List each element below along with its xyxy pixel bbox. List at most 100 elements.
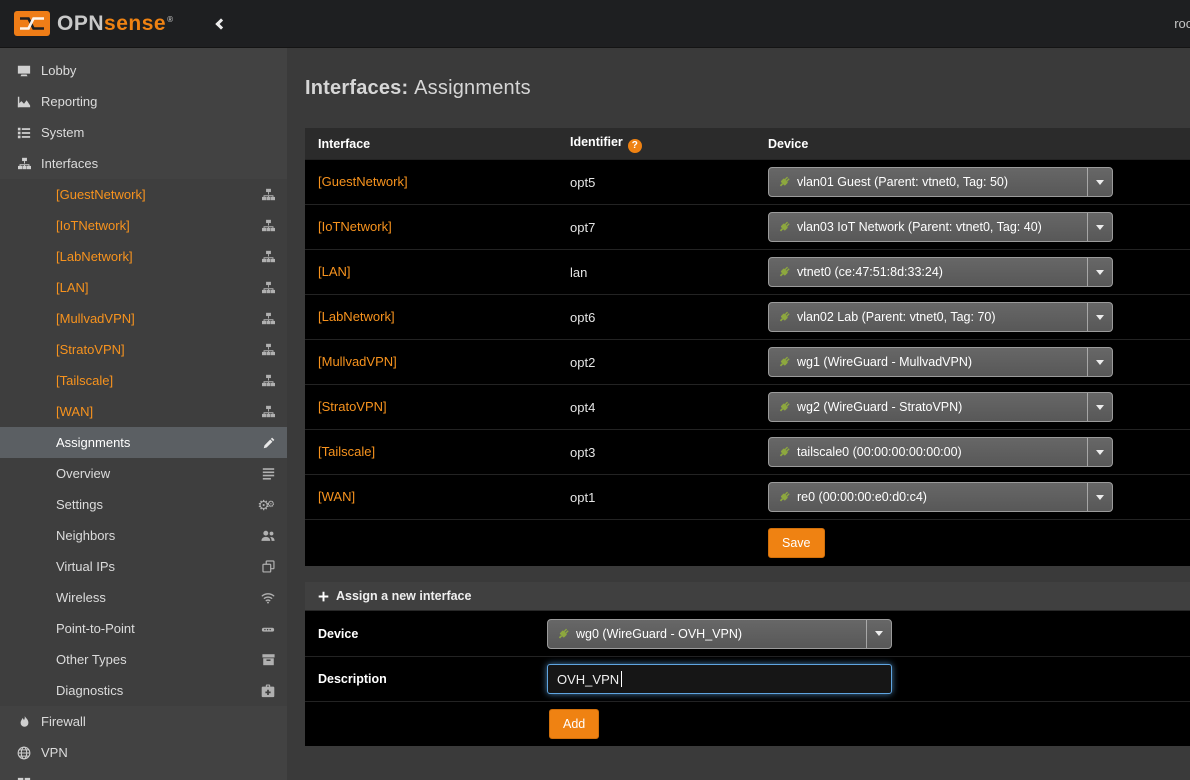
device-select-value: vlan03 IoT Network (Parent: vtnet0, Tag:…	[797, 220, 1081, 234]
pencil-icon	[257, 437, 275, 449]
sidebar-item-point-to-point[interactable]: Point-to-Point	[0, 613, 287, 644]
sidebar-item-lan[interactable]: [LAN]	[0, 272, 287, 303]
sidebar-item-partial[interactable]	[0, 768, 287, 780]
interface-link[interactable]: [WAN]	[318, 489, 355, 504]
user-menu-label[interactable]: roo	[1174, 16, 1190, 31]
caret-down-icon	[1087, 168, 1112, 196]
device-select[interactable]: vlan01 Guest (Parent: vtnet0, Tag: 50)	[768, 167, 1113, 197]
sidebar-item-labnetwork[interactable]: [LabNetwork]	[0, 241, 287, 272]
identifier-value: opt4	[557, 400, 755, 415]
interface-link[interactable]: [LabNetwork]	[318, 309, 395, 324]
save-button[interactable]: Save	[768, 528, 825, 558]
copy-icon	[257, 560, 275, 573]
device-select[interactable]: vtnet0 (ce:47:51:8d:33:24)	[768, 257, 1113, 287]
sidebar-item-label: [StratoVPN]	[56, 342, 257, 357]
device-select[interactable]: wg2 (WireGuard - StratoVPN)	[768, 392, 1113, 422]
table-header-row: Interface Identifier? Device	[305, 128, 1190, 159]
plug-icon	[777, 175, 791, 189]
sidebar-item-tailscale[interactable]: [Tailscale]	[0, 365, 287, 396]
logo-text: OPNsense®	[57, 13, 173, 34]
sidebar-item-firewall[interactable]: Firewall	[0, 706, 287, 737]
column-header-interface: Interface	[305, 137, 557, 151]
sidebar-item-label: Reporting	[41, 94, 275, 109]
sidebar-item-label: System	[41, 125, 275, 140]
identifier-value: opt6	[557, 310, 755, 325]
opnsense-logo[interactable]: OPNsense®	[14, 11, 173, 36]
plug-icon	[777, 265, 791, 279]
plug-icon	[777, 445, 791, 459]
sidebar-item-label: Lobby	[41, 63, 275, 78]
caret-down-icon	[866, 620, 891, 648]
identifier-value: opt2	[557, 355, 755, 370]
sidebar-item-lobby[interactable]: Lobby	[0, 55, 287, 86]
sidebar-item-vpn[interactable]: VPN	[0, 737, 287, 768]
sidebar-item-label: Point-to-Point	[56, 621, 257, 636]
sidebar-item-overview[interactable]: Overview	[0, 458, 287, 489]
device-select[interactable]: vlan02 Lab (Parent: vtnet0, Tag: 70)	[768, 302, 1113, 332]
gears-icon: ⚙⚙	[257, 498, 275, 512]
device-select[interactable]: re0 (00:00:00:e0:d0:c4)	[768, 482, 1113, 512]
content-area: Interface Identifier? Device [GuestNetwo…	[305, 128, 1190, 746]
device-select-value: wg1 (WireGuard - MullvadVPN)	[797, 355, 1081, 369]
interface-link[interactable]: [StratoVPN]	[318, 399, 387, 414]
interface-link[interactable]: [LAN]	[318, 264, 351, 279]
column-header-device: Device	[755, 137, 1190, 151]
opnsense-app: OPNsense® roo Lobby Reporting System Interf…	[0, 0, 1190, 780]
assignment-row: [LAN] lan vtnet0 (ce:47:51:8d:33:24)	[305, 249, 1190, 294]
main-content: Interfaces: Assignments Interface Identi…	[287, 48, 1190, 780]
fire-icon	[12, 715, 36, 729]
sidebar-item-label: Assignments	[56, 435, 257, 450]
interface-link[interactable]: [GuestNetwork]	[318, 174, 408, 189]
sidebar-item-guestnetwork[interactable]: [GuestNetwork]	[0, 179, 287, 210]
sidebar-item-wan[interactable]: [WAN]	[0, 396, 287, 427]
device-select[interactable]: wg1 (WireGuard - MullvadVPN)	[768, 347, 1113, 377]
description-input[interactable]: OVH_VPN	[547, 664, 892, 694]
column-header-identifier: Identifier?	[557, 135, 755, 153]
interface-link[interactable]: [Tailscale]	[318, 444, 375, 459]
sidebar-item-wireless[interactable]: Wireless	[0, 582, 287, 613]
sidebar-item-other-types[interactable]: Other Types	[0, 644, 287, 675]
device-select-value: re0 (00:00:00:e0:d0:c4)	[797, 490, 1081, 504]
sidebar-item-neighbors[interactable]: Neighbors	[0, 520, 287, 551]
page-header: Interfaces: Assignments	[287, 48, 1190, 128]
opnsense-logo-icon	[14, 11, 50, 36]
sidebar-item-settings[interactable]: Settings⚙⚙	[0, 489, 287, 520]
help-icon[interactable]: ?	[628, 139, 642, 153]
device-select[interactable]: tailscale0 (00:00:00:00:00:00)	[768, 437, 1113, 467]
wifi-icon	[257, 591, 275, 605]
sidebar-item-label: [GuestNetwork]	[56, 187, 257, 202]
assignment-row: [IoTNetwork]opt7vlan03 IoT Network (Pare…	[305, 204, 1190, 249]
description-input-value: OVH_VPN	[557, 672, 619, 687]
sidebar-item-reporting[interactable]: Reporting	[0, 86, 287, 117]
sidebar-item-assignments[interactable]: Assignments	[0, 427, 287, 458]
caret-down-icon	[1087, 258, 1112, 286]
sidebar-item-label: Settings	[56, 497, 257, 512]
table-body: [GuestNetwork]opt5vlan01 Guest (Parent: …	[305, 159, 1190, 519]
new-device-select[interactable]: wg0 (WireGuard - OVH_VPN)	[547, 619, 892, 649]
archive-icon	[257, 653, 275, 666]
sidebar-item-label: Other Types	[56, 652, 257, 667]
sidebar-item-interfaces[interactable]: Interfaces	[0, 148, 287, 179]
sidebar-item-label: Diagnostics	[56, 683, 257, 698]
sidebar-item-label: [MullvadVPN]	[56, 311, 257, 326]
sidebar-item-label: Overview	[56, 466, 257, 481]
add-button[interactable]: Add	[549, 709, 599, 739]
sidebar-item-diagnostics[interactable]: Diagnostics	[0, 675, 287, 706]
sidebar-item-iotnetwork[interactable]: [IoTNetwork]	[0, 210, 287, 241]
device-select[interactable]: vlan03 IoT Network (Parent: vtnet0, Tag:…	[768, 212, 1113, 242]
plus-icon	[318, 591, 329, 602]
interface-link[interactable]: [IoTNetwork]	[318, 219, 392, 234]
sidebar-item-stratovpn[interactable]: [StratoVPN]	[0, 334, 287, 365]
device-select-value: wg0 (WireGuard - OVH_VPN)	[576, 627, 860, 641]
sidebar-item-label: [IoTNetwork]	[56, 218, 257, 233]
plug-icon	[777, 220, 791, 234]
sidebar-collapse-button[interactable]	[211, 9, 231, 39]
sidebar-item-system[interactable]: System	[0, 117, 287, 148]
sidebar-item-virtual-ips[interactable]: Virtual IPs	[0, 551, 287, 582]
sidebar-item-mullvadvpn[interactable]: [MullvadVPN]	[0, 303, 287, 334]
device-form-row: Device wg0 (WireGuard - OVH_VPN)	[305, 611, 1190, 656]
identifier-value: lan	[557, 265, 755, 280]
assignment-row: [StratoVPN] opt4 wg2 (WireGuard - StratoVP…	[305, 384, 1190, 429]
device-select-value: vtnet0 (ce:47:51:8d:33:24)	[797, 265, 1081, 279]
interface-link[interactable]: [MullvadVPN]	[318, 354, 397, 369]
